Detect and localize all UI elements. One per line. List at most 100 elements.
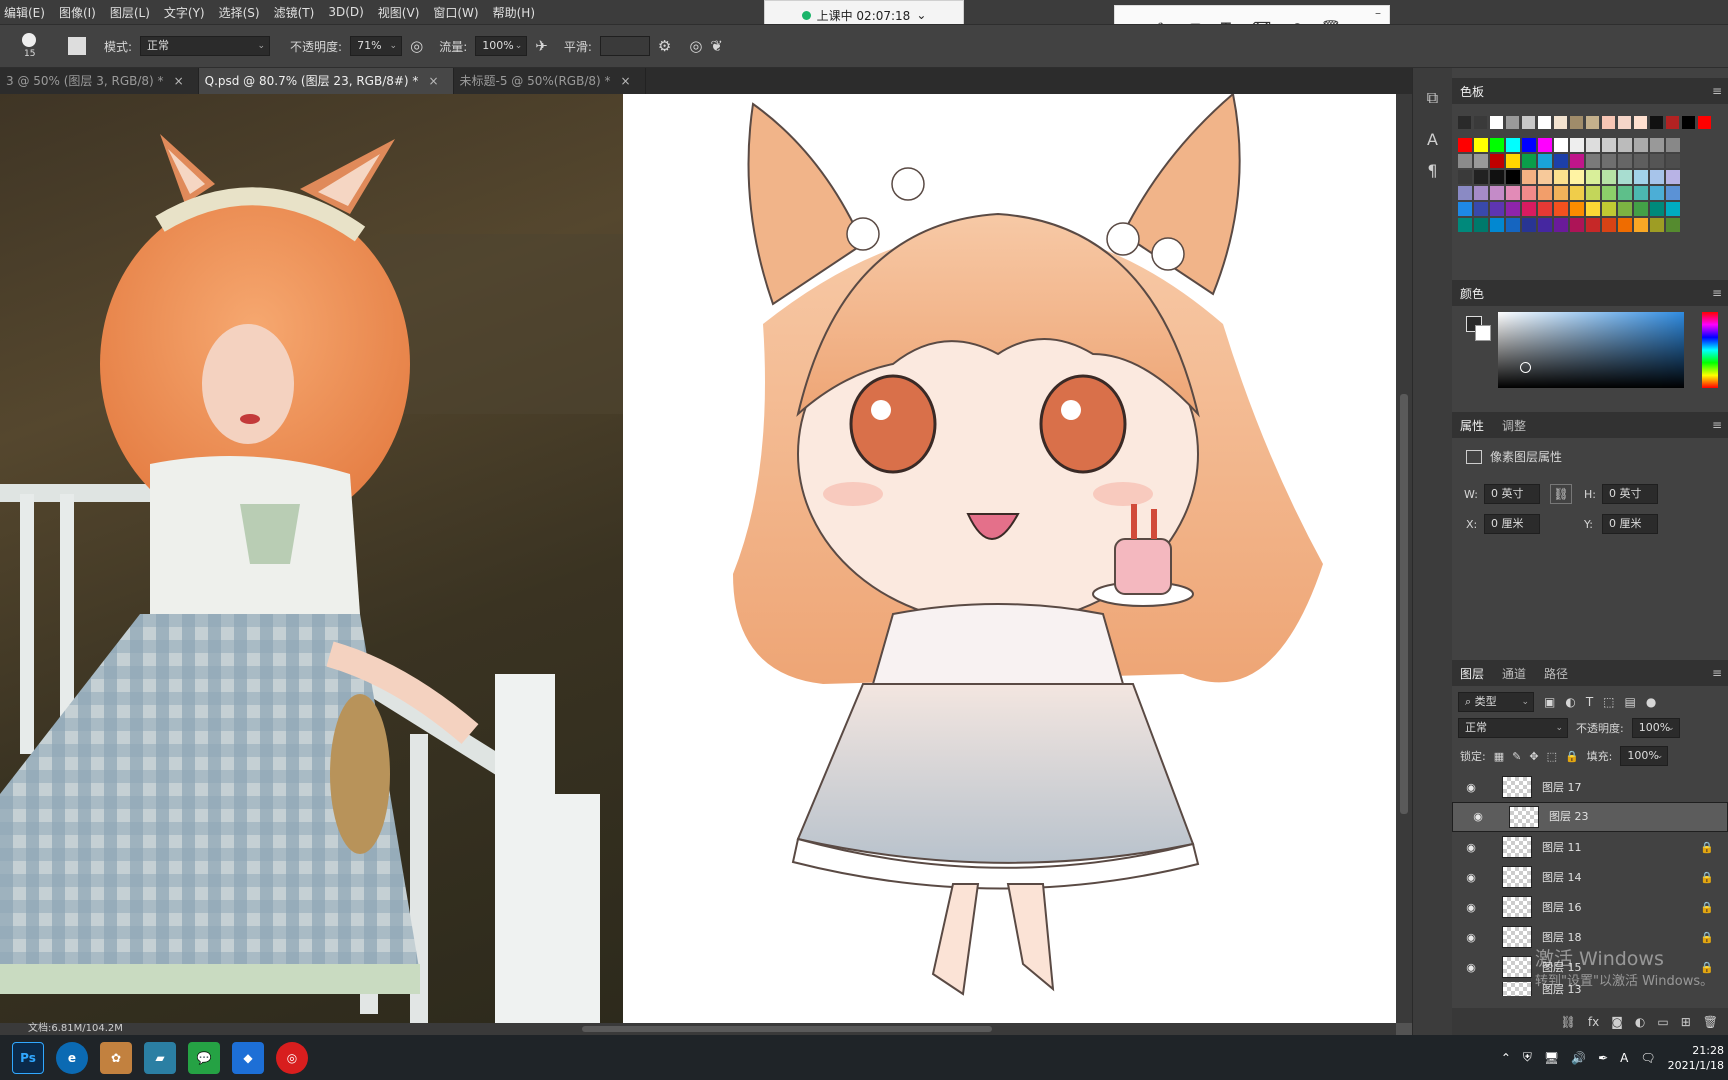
eye-icon[interactable]: ◉ [1460,841,1482,854]
swatch[interactable] [1554,202,1568,216]
swatch[interactable] [1634,116,1647,129]
edge-icon[interactable]: e [56,1041,88,1074]
app-avatar-icon[interactable]: ✿ [100,1041,132,1074]
layer-row[interactable]: ◉ 图层 14 🔒 [1452,862,1728,892]
swatch[interactable] [1538,170,1552,184]
panel-menu-icon[interactable]: ≡ [1712,418,1722,432]
swatch[interactable] [1570,186,1584,200]
swatch[interactable] [1666,138,1680,152]
minimize-icon[interactable]: – [1375,6,1381,20]
opacity-field[interactable]: 71% ⌄ [350,36,403,56]
clock[interactable]: 21:28 2021/1/18 [1668,1043,1724,1073]
close-icon[interactable]: × [174,74,184,88]
vertical-scrollbar[interactable] [1396,94,1412,1023]
swatch[interactable] [1506,218,1520,232]
brush-preset-picker[interactable]: 15 [14,28,46,64]
swatch[interactable] [1618,186,1632,200]
swatch[interactable] [1458,218,1472,232]
shield-icon[interactable]: ⛨ [1523,1050,1532,1065]
notification-icon[interactable]: 🗨 [1640,1051,1655,1065]
swatch[interactable] [1458,202,1472,216]
swatch[interactable] [1490,138,1504,152]
character-icon[interactable]: A [1427,130,1438,149]
menu-window[interactable]: 窗口(W) [433,4,478,21]
swatch[interactable] [1474,170,1488,184]
filter-adjust-icon[interactable]: ◐ [1565,695,1575,709]
swatch[interactable] [1538,116,1551,129]
add-mask-icon[interactable]: ◙ [1611,1015,1623,1029]
lock-artboard-icon[interactable]: ⬚ [1547,750,1557,763]
filter-pixel-icon[interactable]: ▣ [1544,695,1555,709]
swatch[interactable] [1522,138,1536,152]
tab-channels[interactable]: 通道 [1502,665,1526,682]
swatch[interactable] [1634,218,1648,232]
swatch[interactable] [1458,138,1472,152]
scroll-thumb[interactable] [1400,394,1408,814]
layer-row[interactable]: ◉ 图层 17 [1452,772,1728,802]
swatch[interactable] [1602,218,1616,232]
lock-move-icon[interactable]: ✥ [1529,750,1538,763]
eye-icon[interactable]: ◉ [1467,808,1489,826]
layer-opacity-field[interactable]: 100% ⌄ [1631,718,1680,738]
menu-type[interactable]: 文字(Y) [164,4,205,21]
swatch[interactable] [1458,154,1472,168]
swatch[interactable] [1522,186,1536,200]
swatch[interactable] [1506,138,1520,152]
filter-shape-icon[interactable]: ⬚ [1603,695,1614,709]
swatch[interactable] [1506,154,1520,168]
tab-layers[interactable]: 图层 [1460,665,1484,682]
layer-filter-select[interactable]: ⌕ 类型 ⌄ [1458,692,1534,712]
swatch[interactable] [1666,170,1680,184]
menu-edit[interactable]: 编辑(E) [4,4,45,21]
gear-icon[interactable]: ⚙ [658,37,671,55]
new-group-icon[interactable]: ▭ [1657,1015,1668,1029]
pen-icon[interactable]: ✒ [1598,1051,1608,1065]
filter-smart-icon[interactable]: ▤ [1625,695,1636,709]
eye-icon[interactable]: ◉ [1460,901,1482,914]
panel-menu-icon[interactable]: ≡ [1712,84,1722,98]
swatch[interactable] [1602,138,1616,152]
fx-icon[interactable]: fx [1588,1015,1599,1029]
flow-field[interactable]: 100% ⌄ [475,36,528,56]
close-icon[interactable]: × [428,74,438,88]
swatch[interactable] [1602,154,1616,168]
swatch[interactable] [1650,186,1664,200]
close-icon[interactable]: × [621,74,631,88]
swatch-grid[interactable] [1452,112,1728,262]
swatch[interactable] [1474,116,1487,129]
classroom-icon[interactable]: ◆ [232,1041,264,1074]
volume-icon[interactable]: 🔊 [1571,1051,1586,1065]
paragraph-icon[interactable]: ¶ [1427,161,1437,180]
swatch[interactable] [1586,170,1600,184]
swatch[interactable] [1586,202,1600,216]
swatch[interactable] [1554,116,1567,129]
canvas-area[interactable] [0,94,1396,1023]
swatch[interactable] [1458,186,1472,200]
swatch[interactable] [1490,154,1504,168]
network-icon[interactable]: 🖥 [1544,1051,1559,1065]
menu-image[interactable]: 图像(I) [59,4,96,21]
swatch[interactable] [1554,170,1568,184]
h-field[interactable]: 0 英寸 [1602,484,1658,504]
swatch[interactable] [1458,170,1472,184]
swatch[interactable] [1554,218,1568,232]
eye-icon[interactable]: ◉ [1460,961,1482,974]
swatch[interactable] [1602,116,1615,129]
swatch[interactable] [1570,218,1584,232]
eye-icon[interactable]: ◉ [1460,871,1482,884]
swatch[interactable] [1506,202,1520,216]
swatch[interactable] [1490,218,1504,232]
eye-icon[interactable]: ◉ [1460,781,1482,794]
swatch[interactable] [1474,186,1488,200]
swatch[interactable] [1474,202,1488,216]
swatch[interactable] [1666,186,1680,200]
layer-row[interactable]: ◉ 图层 16 🔒 [1452,892,1728,922]
filter-toggle-icon[interactable]: ● [1646,695,1656,709]
lock-all-icon[interactable]: 🔒 [1565,750,1579,763]
tab-properties[interactable]: 属性 [1460,417,1484,434]
swatch[interactable] [1634,138,1648,152]
swatch[interactable] [1666,218,1680,232]
swatch[interactable] [1618,138,1632,152]
swatch[interactable] [1682,116,1695,129]
menu-view[interactable]: 视图(V) [378,4,420,21]
